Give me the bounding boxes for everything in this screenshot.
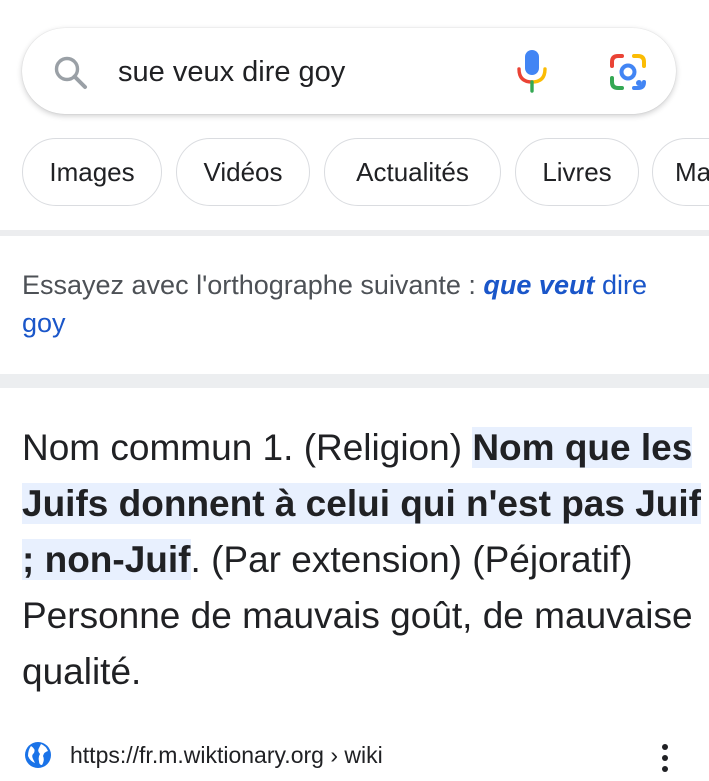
chip-more[interactable]: Ma [652, 138, 709, 206]
search-query[interactable]: sue veux dire goy [118, 53, 345, 91]
snippet-source[interactable]: https://fr.m.wiktionary.org › wiki [24, 740, 694, 772]
chip-livres[interactable]: Livres [515, 138, 639, 206]
spelling-suggestion: Essayez avec l'orthographe suivante : qu… [22, 266, 690, 342]
more-options-icon[interactable] [654, 742, 676, 774]
section-divider [0, 374, 709, 388]
google-lens-icon[interactable] [608, 52, 648, 92]
chip-images[interactable]: Images [22, 138, 162, 206]
suggestion-bold: que veut [483, 270, 595, 300]
search-icon [54, 56, 87, 89]
snippet-text-before: Nom commun 1. (Religion) [22, 427, 473, 468]
search-box[interactable]: sue veux dire goy [22, 28, 676, 114]
mic-icon[interactable] [514, 48, 550, 94]
chip-videos[interactable]: Vidéos [176, 138, 310, 206]
globe-icon [25, 742, 51, 768]
featured-snippet: Nom commun 1. (Religion) Nom que les Jui… [22, 420, 702, 700]
spelling-prefix: Essayez avec l'orthographe suivante : [22, 270, 484, 300]
source-url[interactable]: https://fr.m.wiktionary.org › wiki [70, 740, 383, 770]
divider [0, 230, 709, 236]
filter-chips: Images Vidéos Actualités Livres Ma [0, 138, 709, 210]
chip-actualites[interactable]: Actualités [324, 138, 501, 206]
